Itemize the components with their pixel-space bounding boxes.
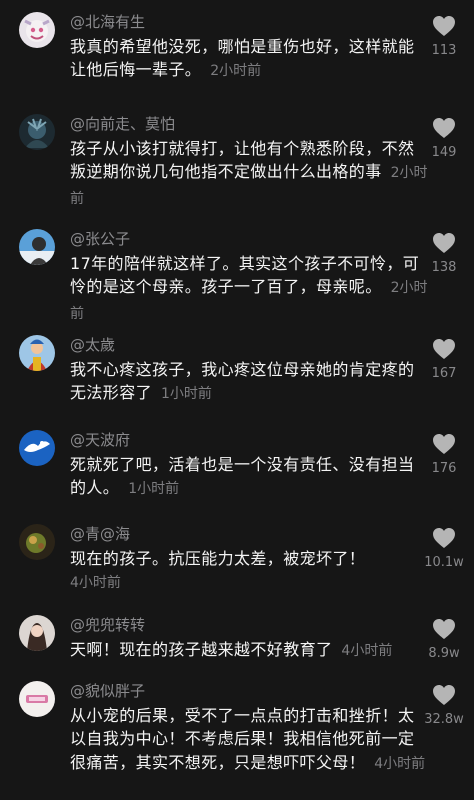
like-count: 113 <box>431 43 457 58</box>
like-button[interactable]: 32.8w <box>424 684 464 727</box>
heart-icon <box>433 685 455 705</box>
like-count: 167 <box>431 366 457 381</box>
avatar[interactable] <box>19 524 55 560</box>
comment-body: 现在的孩子。抗压能力太差，被宠坏了！ <box>70 549 366 568</box>
like-button[interactable]: 8.9w <box>424 618 464 661</box>
comment-username[interactable]: @张公子 <box>70 229 130 249</box>
comment-username[interactable]: @貌似胖子 <box>70 681 145 701</box>
comment-text: 现在的孩子。抗压能力太差，被宠坏了！ 4小时前 <box>70 547 430 596</box>
like-count: 149 <box>431 145 457 160</box>
avatar[interactable] <box>19 681 55 717</box>
heart-icon <box>433 339 455 359</box>
comment-time: 4小时前 <box>374 755 426 772</box>
heart-icon <box>433 233 455 253</box>
comment-username[interactable]: @太歲 <box>70 335 115 355</box>
comment-time: 1小时前 <box>161 386 212 403</box>
heart-icon <box>433 118 455 138</box>
comment-body: 我不心疼这孩子，我心疼这位母亲她的肯定疼的无法形容了 <box>70 360 415 403</box>
comment-body: 孩子从小该打就得打，让他有个熟悉阶段，不然叛逆期你说几句他指不定做出什么出格的事 <box>70 139 415 182</box>
comment-body: 从小宠的后果，受不了一点点的打击和挫折！太以自我为中心！不考虑后果！我相信他死前… <box>70 706 415 772</box>
avatar[interactable] <box>19 615 55 651</box>
avatar[interactable] <box>19 12 55 48</box>
like-button[interactable]: 167 <box>424 338 464 381</box>
heart-icon <box>433 434 455 454</box>
comment-body: 死就死了吧，活着也是一个没有责任、没有担当的人。 <box>70 455 415 498</box>
like-count: 10.1w <box>424 555 464 570</box>
avatar[interactable] <box>19 114 55 150</box>
like-button[interactable]: 176 <box>424 433 464 476</box>
comment-text: 我不心疼这孩子，我心疼这位母亲她的肯定疼的无法形容了 1小时前 <box>70 358 430 407</box>
comment-username[interactable]: @天波府 <box>70 430 130 450</box>
comment-time: 4小时前 <box>70 575 121 592</box>
avatar[interactable] <box>19 229 55 265</box>
comment-username[interactable]: @青@海 <box>70 524 130 544</box>
comment-time: 2小时前 <box>210 63 262 80</box>
like-button[interactable]: 149 <box>424 117 464 160</box>
comment-username[interactable]: @兜兜转转 <box>70 615 145 635</box>
comment-username[interactable]: @北海有生 <box>70 12 145 32</box>
heart-icon <box>433 619 455 639</box>
like-count: 8.9w <box>428 646 460 661</box>
like-button[interactable]: 10.1w <box>424 527 464 570</box>
avatar[interactable] <box>19 335 55 371</box>
comment-text: 我真的希望他没死，哪怕是重伤也好，这样就能让他后悔一辈子。 2小时前 <box>70 35 430 84</box>
comment-text: 孩子从小该打就得打，让他有个熟悉阶段，不然叛逆期你说几句他指不定做出什么出格的事… <box>70 137 430 211</box>
comment-time: 4小时前 <box>341 643 393 659</box>
heart-icon <box>433 528 455 548</box>
like-count: 176 <box>431 461 457 476</box>
comment-text: 17年的陪伴就这样了。其实这个孩子不可怜，可怜的是这个母亲。孩子一了百了，母亲呢… <box>70 252 430 326</box>
comment-time: 1小时前 <box>128 481 180 498</box>
like-button[interactable]: 113 <box>424 15 464 58</box>
comment-username[interactable]: @向前走、莫怕 <box>70 114 175 134</box>
heart-icon <box>433 16 455 36</box>
like-button[interactable]: 138 <box>424 232 464 275</box>
comment-body: 17年的陪伴就这样了。其实这个孩子不可怜，可怜的是这个母亲。孩子一了百了，母亲呢… <box>70 254 420 297</box>
like-count: 32.8w <box>424 712 464 727</box>
comment-text: 从小宠的后果，受不了一点点的打击和挫折！太以自我为中心！不考虑后果！我相信他死前… <box>70 704 430 776</box>
comment-text: 死就死了吧，活着也是一个没有责任、没有担当的人。 1小时前 <box>70 453 430 502</box>
comment-body: 天啊！现在的孩子越来越不好教育了 <box>70 640 333 659</box>
comment-text: 天啊！现在的孩子越来越不好教育了 4小时前 <box>70 638 430 663</box>
avatar[interactable] <box>19 430 55 466</box>
comment-list: @北海有生 我真的希望他没死，哪怕是重伤也好，这样就能让他后悔一辈子。 2小时前 … <box>0 0 474 800</box>
like-count: 138 <box>431 260 457 275</box>
